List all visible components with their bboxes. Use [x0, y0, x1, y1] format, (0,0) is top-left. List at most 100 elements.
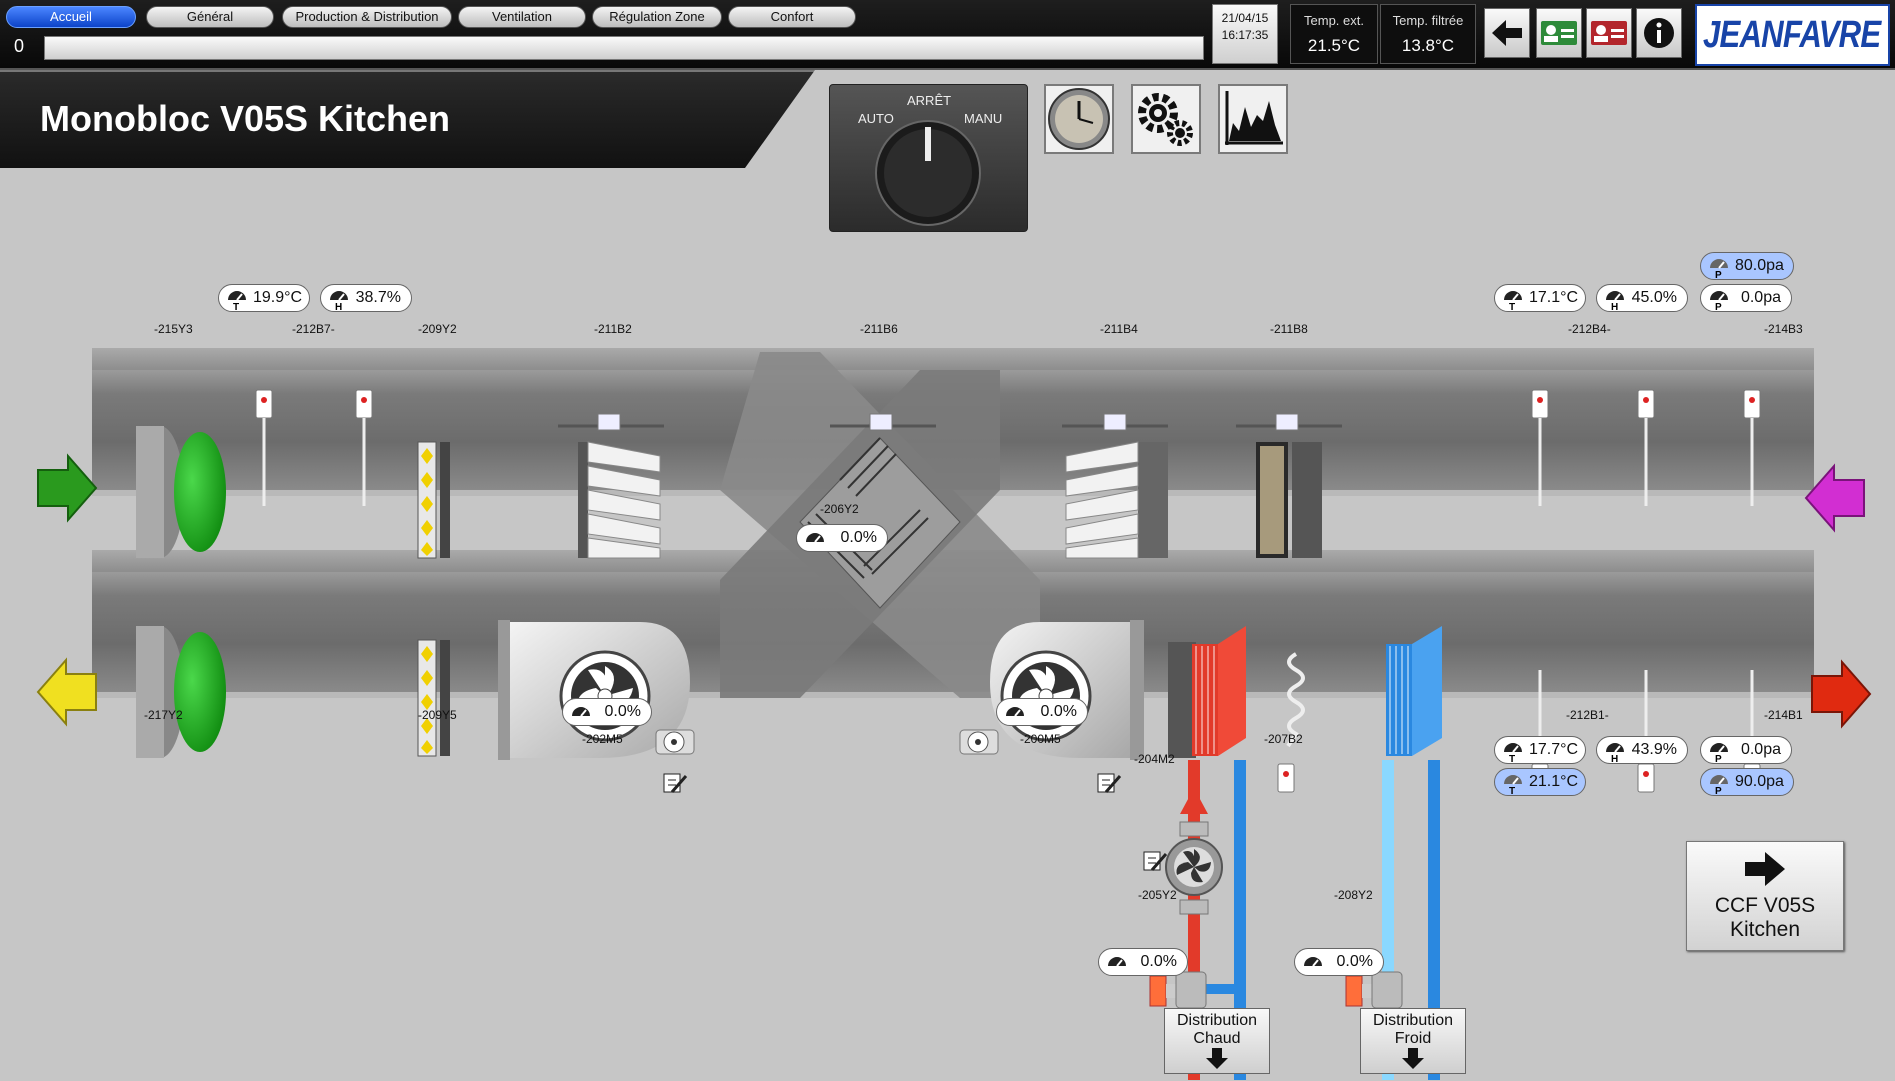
tab-production-distribution[interactable]: Production & Distribution	[282, 6, 452, 28]
filter-209Y2	[417, 441, 450, 559]
label-211B8: -211B8	[1270, 322, 1308, 336]
label-214B1: -214B1	[1764, 708, 1803, 722]
logo-text: JEANFAVRE	[1703, 13, 1881, 56]
label-207B2: -207B2	[1264, 732, 1303, 746]
info-button[interactable]	[1636, 8, 1682, 58]
gauge-icon	[803, 526, 827, 550]
supply-air-outlet-arrow-icon	[1811, 659, 1872, 729]
gauge-extract-temperature[interactable]: T 17.1°C	[1494, 284, 1586, 313]
label-204M2: -204M2	[1134, 752, 1175, 766]
label-211B6: -211B6	[860, 322, 898, 336]
gauge-supply-temperature[interactable]: T 17.7°C	[1494, 736, 1586, 765]
svg-text:P: P	[1715, 302, 1722, 310]
gauge-icon: T	[1501, 286, 1525, 313]
label-209Y2: -209Y2	[418, 322, 457, 336]
alarm-counter: 0	[14, 36, 25, 56]
temp-ext-box: Temp. ext. 21.5°C	[1290, 4, 1378, 64]
tab-general[interactable]: Général	[146, 6, 274, 28]
gauge-inlet-humidity[interactable]: H 38.7%	[320, 284, 412, 313]
top-bar: Accueil Général Production & Distributio…	[0, 0, 1895, 68]
label-202M5: -202M5	[582, 732, 623, 746]
edit-icon[interactable]	[1097, 773, 1122, 793]
svg-text:T: T	[1509, 754, 1515, 762]
valve-205Y2	[1149, 971, 1207, 1009]
datetime-box: 21/04/15 16:17:35	[1212, 4, 1278, 64]
tab-ventilation[interactable]: Ventilation	[458, 6, 586, 28]
gauge-supply-pressure-setpoint[interactable]: P 90.0pa	[1700, 768, 1794, 797]
message-bar[interactable]	[44, 36, 1204, 60]
gauge-fan-202M5[interactable]: 0.0%	[562, 698, 652, 726]
gauge-icon: H	[1603, 738, 1627, 765]
label-211B4: -211B4	[1100, 322, 1138, 336]
bag-filter-211B2	[578, 441, 661, 559]
edit-icon[interactable]	[1143, 851, 1168, 871]
distribution-hot-button[interactable]: Distribution Chaud	[1164, 1008, 1270, 1074]
label-212B4: -212B4-	[1568, 322, 1611, 336]
gauge-extract-humidity[interactable]: H 45.0%	[1596, 284, 1688, 313]
svg-text:T: T	[1509, 786, 1515, 794]
gauge-icon: T	[225, 286, 249, 313]
main-panel: Monobloc V05S Kitchen ARRÊT AUTO MANU -2…	[0, 68, 1895, 1081]
gauge-bypass-206Y2[interactable]: 0.0%	[796, 524, 888, 552]
user-green-button[interactable]	[1536, 8, 1582, 58]
svg-text:T: T	[1509, 302, 1515, 310]
valve-208Y2	[1345, 971, 1403, 1009]
gauge-icon	[569, 700, 593, 724]
temp-filtered-box: Temp. filtrée 13.8°C	[1380, 4, 1476, 64]
label-209Y5: -209Y5	[418, 708, 457, 722]
temp-ext-label: Temp. ext.	[1304, 13, 1364, 28]
temp-filtered-value: 13.8°C	[1401, 36, 1455, 55]
gauge-icon	[1105, 950, 1129, 974]
ccf-kitchen-button[interactable]: CCF V05S Kitchen	[1686, 841, 1844, 951]
edit-icon[interactable]	[663, 773, 688, 793]
gauge-extract-pressure[interactable]: P 0.0pa	[1700, 284, 1792, 313]
label-217Y2: -217Y2	[144, 708, 183, 722]
gauge-icon: T	[1501, 770, 1525, 797]
cooling-coil	[1386, 626, 1442, 756]
gauge-extract-pressure-setpoint[interactable]: P 80.0pa	[1700, 252, 1794, 281]
label-205Y2: -205Y2	[1138, 888, 1177, 902]
label-200M5: -200M5	[1020, 732, 1061, 746]
fresh-air-inlet-arrow-icon	[37, 453, 98, 523]
sensor-probe-207B2	[1277, 763, 1295, 793]
label-211B2: -211B2	[594, 322, 632, 336]
svg-text:P: P	[1715, 786, 1722, 794]
gauge-supply-pressure[interactable]: P 0.0pa	[1700, 736, 1792, 765]
gauge-icon: T	[1501, 738, 1525, 765]
extract-air-inlet-arrow-icon	[1804, 463, 1865, 533]
gauge-icon	[1301, 950, 1325, 974]
gauge-fan-200M5[interactable]: 0.0%	[996, 698, 1088, 726]
gauge-icon: P	[1707, 770, 1731, 797]
down-arrow-icon	[1206, 1048, 1228, 1069]
svg-text:H: H	[1611, 302, 1618, 310]
gauge-icon	[1003, 700, 1027, 724]
label-206Y2: -206Y2	[820, 502, 859, 516]
right-arrow-icon	[1745, 852, 1785, 886]
gauge-supply-humidity[interactable]: H 43.9%	[1596, 736, 1688, 765]
svg-text:P: P	[1715, 270, 1722, 278]
tab-regulation-zone[interactable]: Régulation Zone	[592, 6, 722, 28]
left-arrow-icon	[1492, 20, 1522, 46]
gauge-hot-valve-205Y2[interactable]: 0.0%	[1098, 948, 1188, 976]
gauge-icon: P	[1707, 738, 1731, 765]
user-red-button[interactable]	[1586, 8, 1632, 58]
exhaust-air-outlet-arrow-icon	[36, 657, 97, 727]
svg-text:T: T	[233, 302, 239, 310]
tab-confort[interactable]: Confort	[728, 6, 856, 28]
heating-coil	[1168, 626, 1246, 758]
gauge-supply-temperature-setpoint[interactable]: T 21.1°C	[1494, 768, 1586, 797]
label-214B3: -214B3	[1764, 322, 1803, 336]
tab-accueil[interactable]: Accueil	[6, 6, 136, 28]
back-button[interactable]	[1484, 8, 1530, 58]
label-212B1: -212B1-	[1566, 708, 1609, 722]
temp-ext-value: 21.5°C	[1307, 36, 1361, 55]
gauge-icon: H	[327, 286, 351, 313]
id-card-green-icon	[1541, 21, 1577, 45]
label-208Y2: -208Y2	[1334, 888, 1373, 902]
label-212B7: -212B7-	[292, 322, 335, 336]
label-215Y3: -215Y3	[154, 322, 193, 336]
filter-209Y5	[417, 639, 450, 757]
distribution-cold-button[interactable]: Distribution Froid	[1360, 1008, 1466, 1074]
gauge-cold-valve-208Y2[interactable]: 0.0%	[1294, 948, 1384, 976]
gauge-inlet-temperature[interactable]: T 19.9°C	[218, 284, 310, 313]
